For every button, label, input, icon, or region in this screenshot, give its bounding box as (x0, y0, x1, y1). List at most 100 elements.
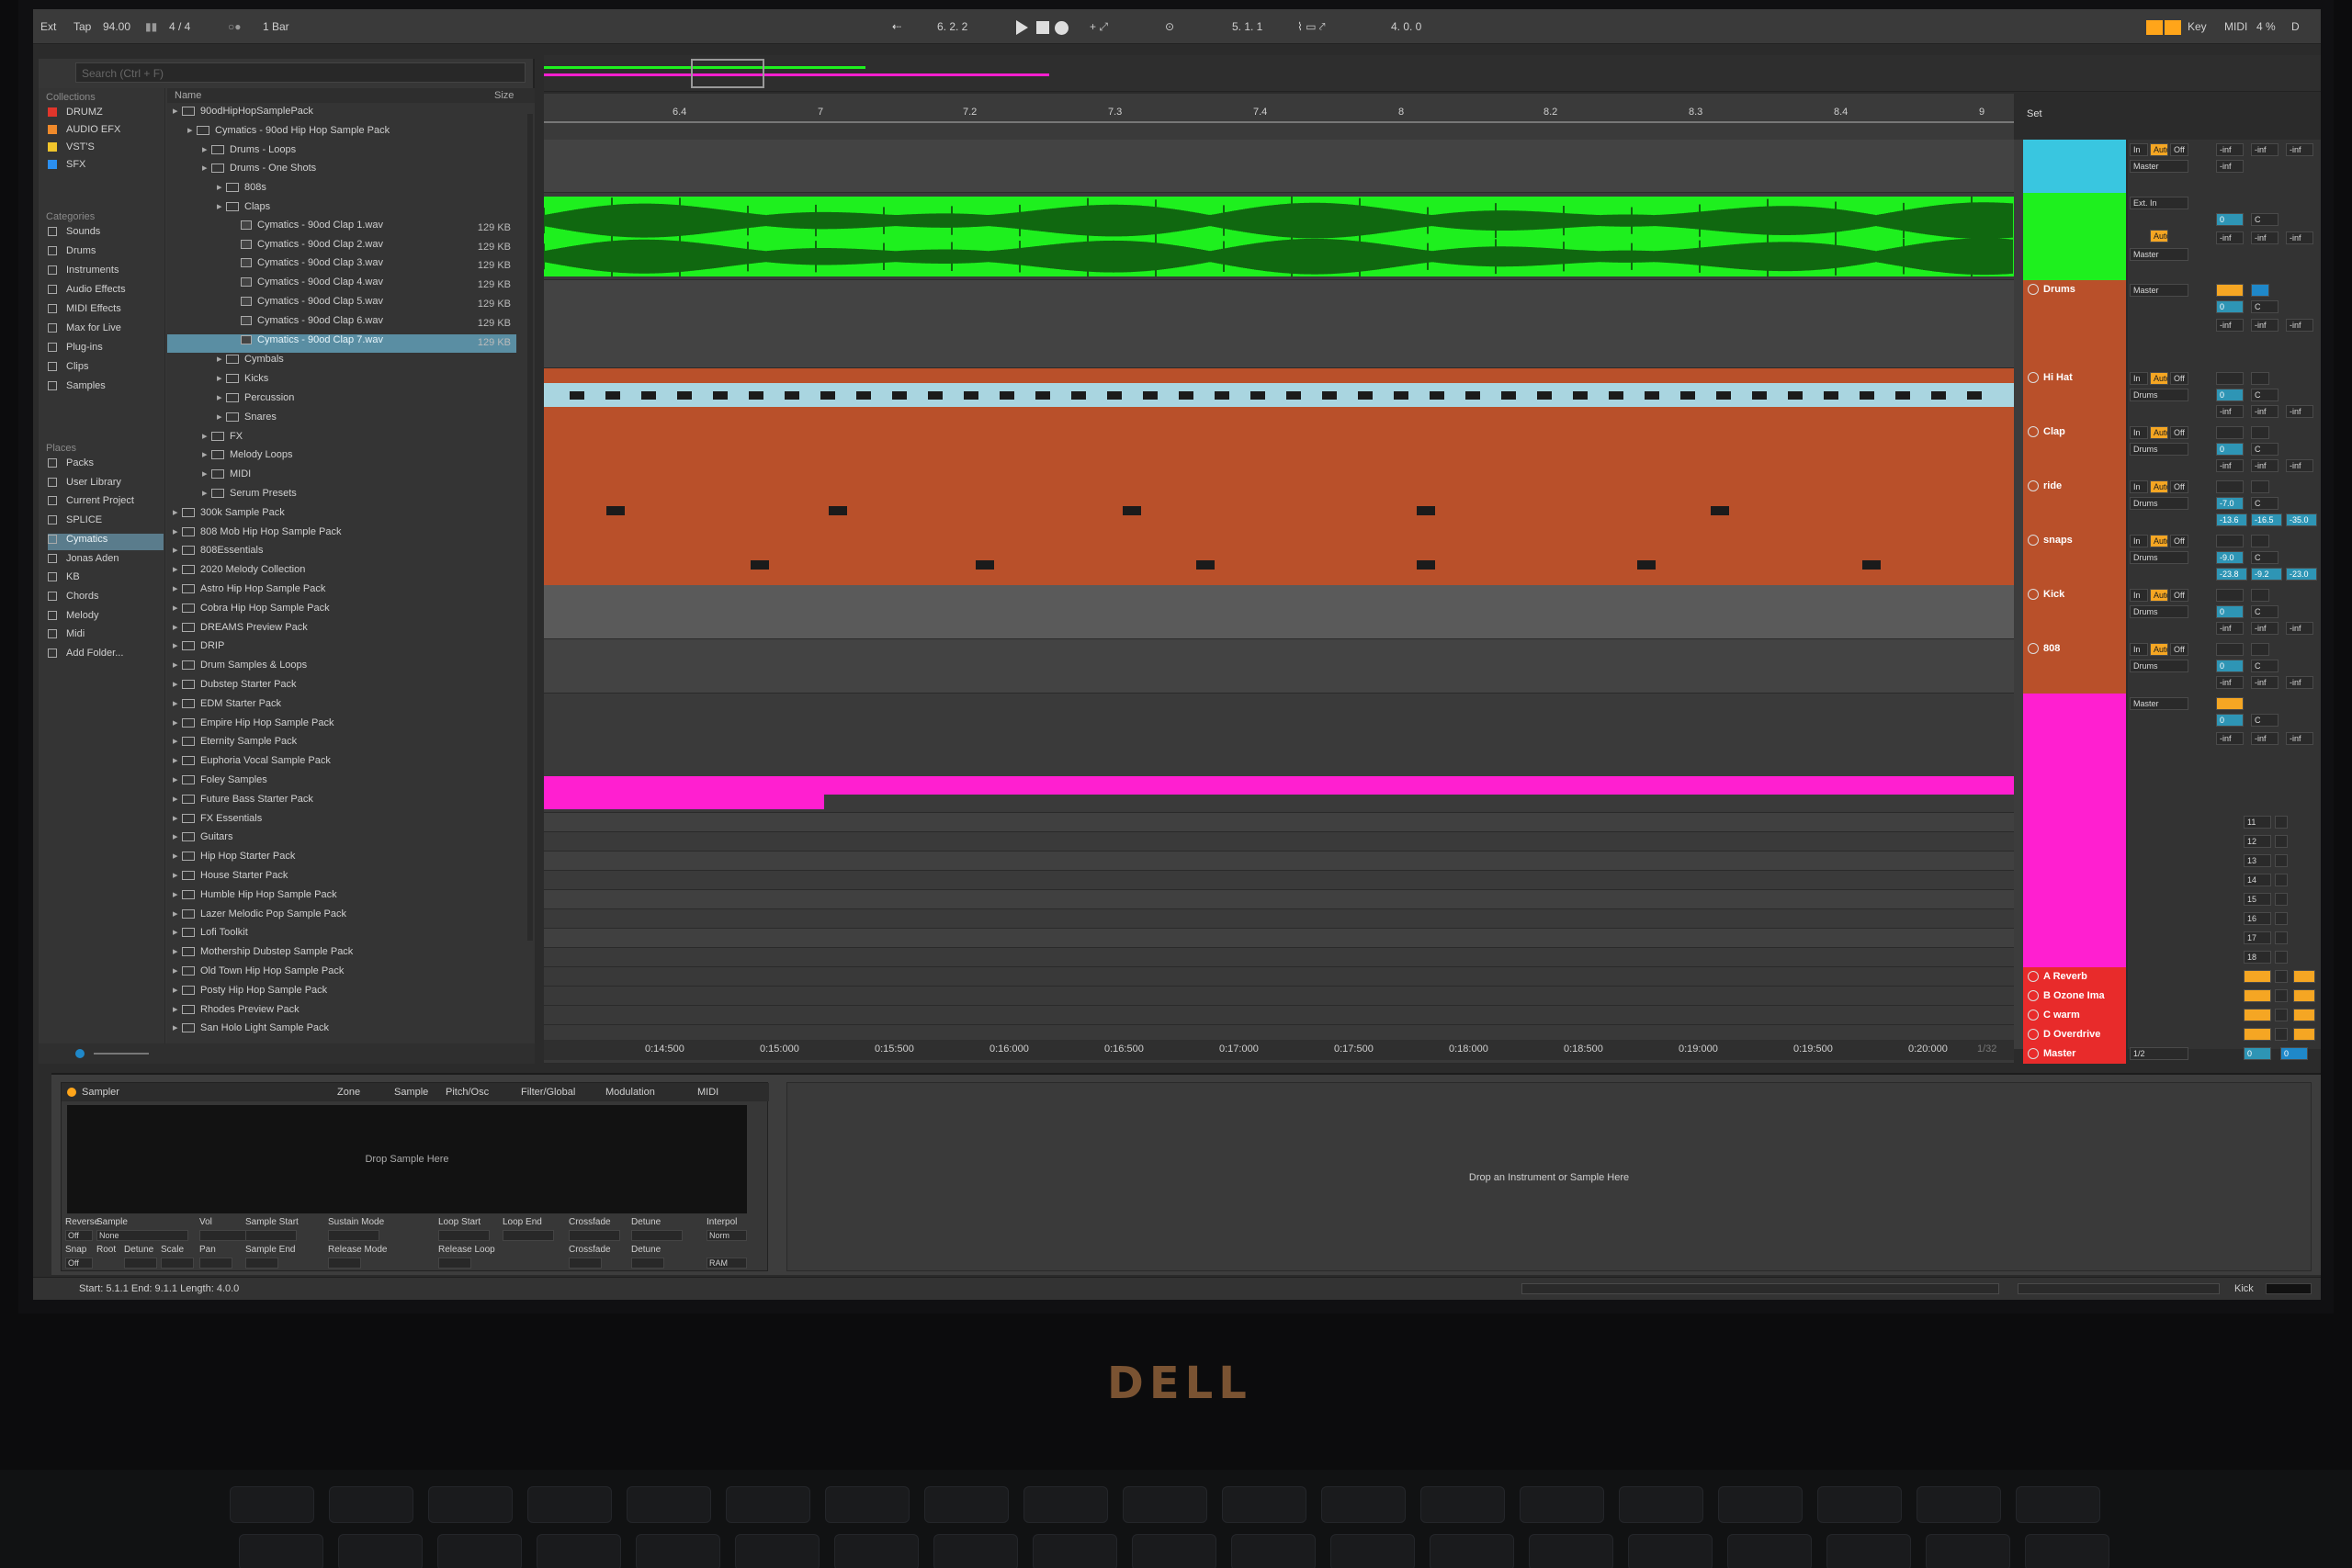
track-number[interactable]: 18 (2244, 951, 2271, 964)
disclosure-arrow-icon[interactable]: ▸ (202, 448, 211, 460)
track-fold-icon[interactable] (2028, 480, 2039, 491)
volume-field[interactable]: 0 (2216, 714, 2244, 727)
midi-note[interactable] (820, 391, 835, 400)
folder-row[interactable]: ▸ Euphoria Vocal Sample Pack (167, 754, 516, 773)
folder-row[interactable]: ▸ Snares (167, 411, 516, 429)
disclosure-arrow-icon[interactable]: ▸ (187, 124, 197, 136)
collection-item[interactable]: SFX (48, 159, 164, 175)
folder-row[interactable]: ▸ Cymbals (167, 353, 516, 371)
midi-map-indicator[interactable] (2165, 20, 2181, 35)
return-send-button[interactable] (2244, 1028, 2271, 1041)
track-header-empty[interactable] (2023, 832, 2126, 852)
midi-note[interactable] (1000, 391, 1014, 400)
track-lane-ride[interactable] (544, 477, 2014, 531)
disclosure-arrow-icon[interactable]: ▸ (217, 372, 226, 384)
folder-row[interactable]: ▸ Percussion (167, 391, 516, 410)
quantize-icon[interactable]: ○● (228, 20, 242, 33)
stop-button[interactable] (1036, 21, 1049, 34)
disclosure-arrow-icon[interactable]: ▸ (173, 850, 182, 862)
return-track-lane[interactable] (544, 987, 2014, 1006)
empty-track-lane[interactable] (544, 909, 2014, 929)
monitor-auto-button[interactable]: Auto (2150, 589, 2168, 602)
disclosure-arrow-icon[interactable]: ▸ (173, 812, 182, 824)
folder-row[interactable]: ▸ 808s (167, 181, 516, 199)
disclosure-arrow-icon[interactable]: ▸ (173, 773, 182, 785)
disclosure-arrow-icon[interactable]: ▸ (217, 353, 226, 365)
disclosure-arrow-icon[interactable]: ▸ (202, 468, 211, 479)
send-b-value[interactable]: -inf (2251, 231, 2278, 244)
category-item[interactable]: Max for Live (48, 322, 164, 339)
empty-track-lane[interactable] (544, 871, 2014, 890)
sample-select[interactable]: None (96, 1230, 188, 1241)
track-header-track-1[interactable] (2023, 140, 2126, 193)
bar-marker[interactable]: 7 (818, 107, 823, 118)
track-header-empty[interactable] (2023, 852, 2126, 871)
track-header-snaps[interactable]: snaps (2023, 531, 2126, 585)
track-fold-icon[interactable] (2028, 426, 2039, 437)
midi-note[interactable] (1196, 560, 1215, 570)
sample-file-row[interactable]: Cymatics - 90od Clap 7.wav 129 KB (167, 333, 516, 353)
volume-field[interactable]: 0 (2216, 443, 2244, 456)
monitor-auto-button[interactable]: Auto (2150, 230, 2168, 243)
disclosure-arrow-icon[interactable]: ▸ (173, 945, 182, 957)
send-a-value[interactable]: -inf (2216, 231, 2244, 244)
disclosure-arrow-icon[interactable]: ▸ (173, 506, 182, 518)
disclosure-arrow-icon[interactable]: ▸ (173, 735, 182, 747)
category-item[interactable]: Instruments (48, 265, 164, 281)
bar-marker[interactable]: 8 (1398, 107, 1404, 118)
sampler-param-field[interactable] (438, 1230, 490, 1241)
send-value[interactable]: -9.2 (2251, 568, 2282, 581)
input-type-select[interactable]: Ext. In (2130, 197, 2188, 209)
midi-note[interactable] (751, 560, 769, 570)
name-column-header[interactable]: Name (175, 90, 201, 101)
folder-row[interactable]: ▸ DRIP (167, 639, 516, 658)
midi-note[interactable] (1417, 560, 1435, 570)
place-item[interactable]: Add Folder... (48, 648, 164, 664)
solo-button[interactable] (2251, 480, 2269, 493)
monitor-auto-button[interactable]: Auto (2150, 535, 2168, 547)
disclosure-arrow-icon[interactable]: ▸ (202, 162, 211, 174)
track-number[interactable]: 17 (2244, 931, 2271, 944)
solo-button[interactable] (2275, 874, 2288, 886)
track-lane-track-2[interactable] (543, 193, 2014, 282)
send-a-value[interactable]: -inf (2216, 405, 2244, 418)
send-b-value[interactable]: -inf (2251, 319, 2278, 332)
output-routing-select[interactable]: Master (2130, 697, 2188, 710)
midi-note[interactable] (713, 391, 728, 400)
track-header-empty[interactable] (2023, 871, 2126, 890)
pan-field[interactable]: C (2251, 443, 2278, 456)
return-track-header[interactable]: C warm (2023, 1006, 2126, 1025)
output-routing-select[interactable]: Drums (2130, 389, 2188, 401)
track-lane-track-10[interactable] (544, 694, 2014, 813)
disclosure-arrow-icon[interactable]: ▸ (173, 869, 182, 881)
solo-button[interactable] (2275, 893, 2288, 906)
return-track-header[interactable]: B Ozone Ima (2023, 987, 2126, 1006)
send-a-value[interactable]: -inf (2216, 676, 2244, 689)
midi-note[interactable] (1711, 506, 1729, 516)
send-value[interactable]: -35.0 (2286, 513, 2317, 526)
category-item[interactable]: Audio Effects (48, 284, 164, 300)
midi-note[interactable] (964, 391, 978, 400)
midi-note[interactable] (570, 391, 584, 400)
sample-file-row[interactable]: Cymatics - 90od Clap 5.wav 129 KB (167, 296, 516, 314)
monitor-off-button[interactable]: Off (2170, 589, 2188, 602)
disclosure-arrow-icon[interactable]: ▸ (173, 621, 182, 633)
category-item[interactable]: MIDI Effects (48, 303, 164, 320)
folder-row[interactable]: ▸ MIDI (167, 468, 516, 486)
track-activator[interactable] (2216, 372, 2244, 385)
volume-field[interactable]: 0 (2216, 389, 2244, 401)
browser-search-input[interactable]: Search (Ctrl + F) (75, 62, 526, 83)
monitor-off-button[interactable]: Off (2170, 535, 2188, 547)
sampler-param-field[interactable] (124, 1258, 157, 1269)
disclosure-arrow-icon[interactable]: ▸ (202, 143, 211, 155)
track-activator[interactable] (2216, 697, 2244, 710)
folder-row[interactable]: ▸ San Holo Light Sample Pack (167, 1021, 516, 1040)
monitor-auto-button[interactable]: Auto (2150, 143, 2168, 156)
solo-button[interactable] (2251, 284, 2269, 297)
place-item[interactable]: KB (48, 571, 164, 588)
send-a-value[interactable]: -inf (2216, 459, 2244, 472)
track-lane-kick[interactable] (544, 585, 2014, 639)
interpolation-select[interactable]: Norm (707, 1230, 747, 1241)
midi-note[interactable] (1967, 391, 1982, 400)
master-volume[interactable]: 0 (2244, 1047, 2271, 1060)
